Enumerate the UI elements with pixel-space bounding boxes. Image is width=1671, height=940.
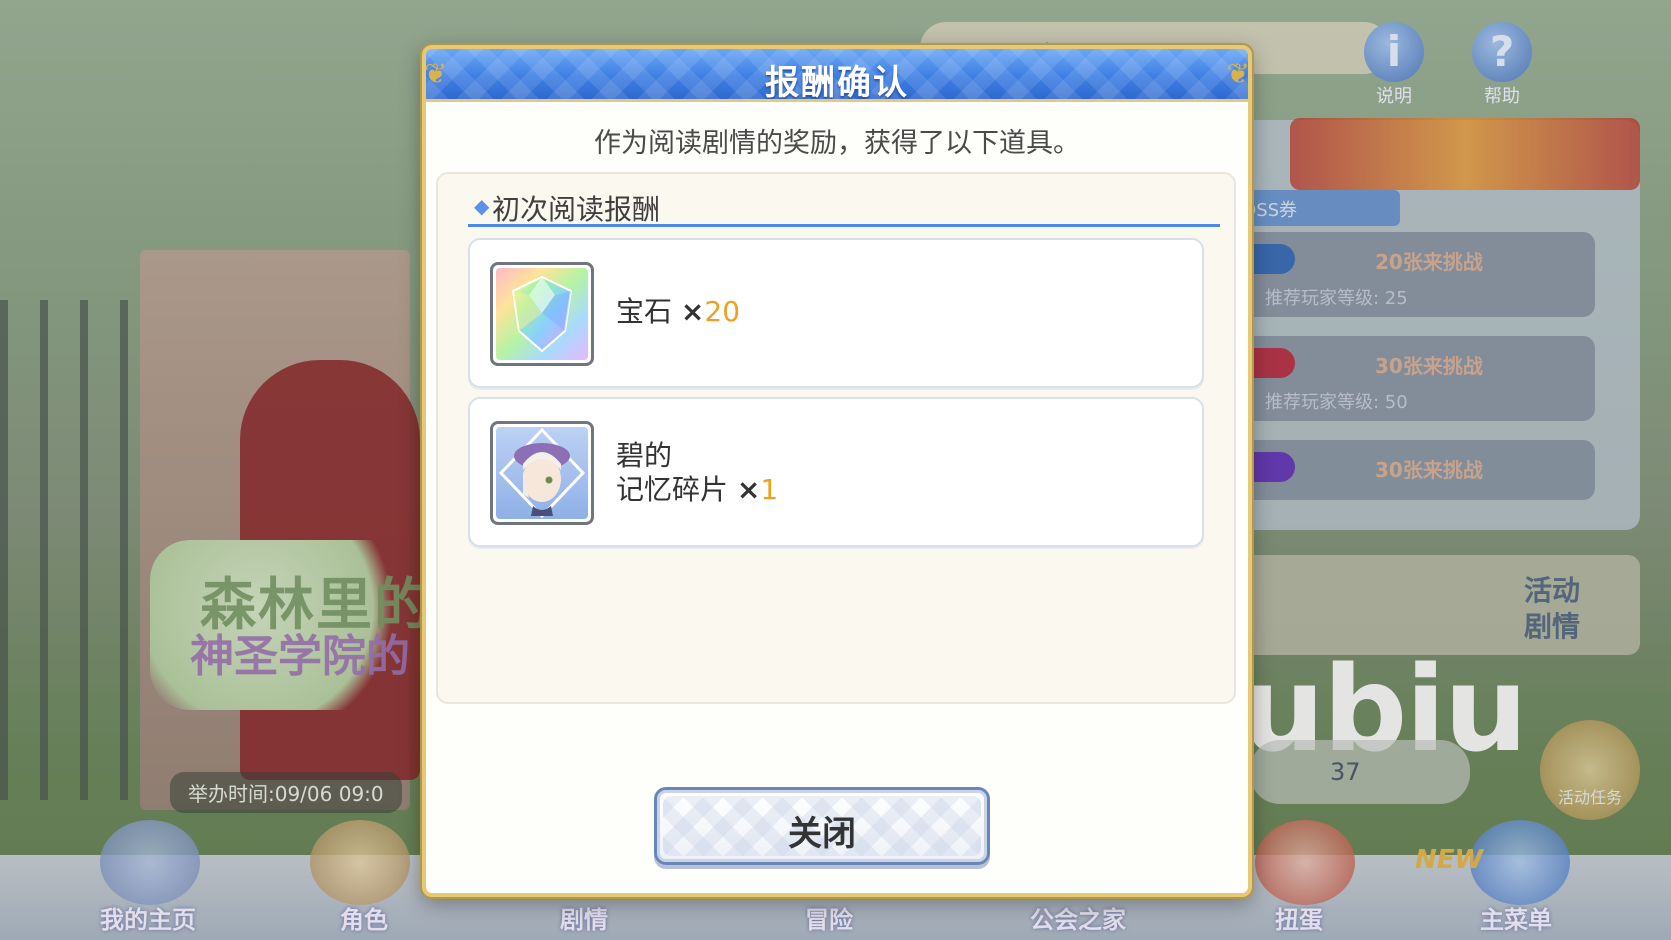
item-quantity: 20	[704, 295, 741, 328]
multiply-sign: ×	[736, 473, 761, 506]
reward-item-memory-piece: 碧的 记忆碎片 ×1	[468, 397, 1204, 547]
multiply-sign: ×	[680, 295, 705, 328]
corner-ornament-icon: ❦	[424, 57, 448, 90]
item-name: 宝石	[616, 295, 673, 328]
close-button[interactable]: 关闭	[654, 787, 990, 865]
item-quantity: 1	[760, 473, 779, 506]
dialog-title-bar: 报酬确认	[426, 49, 1248, 102]
reward-item-gem: 宝石 ×20	[468, 238, 1204, 388]
item-name-line2: 记忆碎片	[616, 473, 729, 506]
character-portrait-icon	[498, 427, 586, 519]
diamond-bullet-icon: ◆	[474, 194, 490, 218]
reward-item-label: 宝石 ×20	[616, 295, 740, 329]
dialog-title: 报酬确认	[765, 63, 909, 102]
reward-list-panel: ◆ 初次阅读报酬 宝石 ×20 碧的 记忆碎片 ×1	[436, 172, 1236, 704]
rainbow-gem-icon	[511, 275, 573, 353]
section-title: 初次阅读报酬	[492, 193, 661, 226]
corner-ornament-icon: ❦	[1226, 57, 1250, 90]
reward-confirm-dialog: 报酬确认 ❦ ❦ 作为阅读剧情的奖励，获得了以下道具。 ◆ 初次阅读报酬 宝石 …	[422, 45, 1252, 897]
item-icon-frame	[490, 262, 594, 366]
reward-item-label: 碧的 记忆碎片 ×1	[616, 439, 778, 507]
dialog-message: 作为阅读剧情的奖励，获得了以下道具。	[594, 128, 1080, 159]
close-button-label: 关闭	[788, 814, 856, 854]
item-icon-frame	[490, 421, 594, 525]
section-header: ◆ 初次阅读报酬	[468, 188, 1220, 227]
item-name-line1: 碧的	[616, 439, 673, 472]
